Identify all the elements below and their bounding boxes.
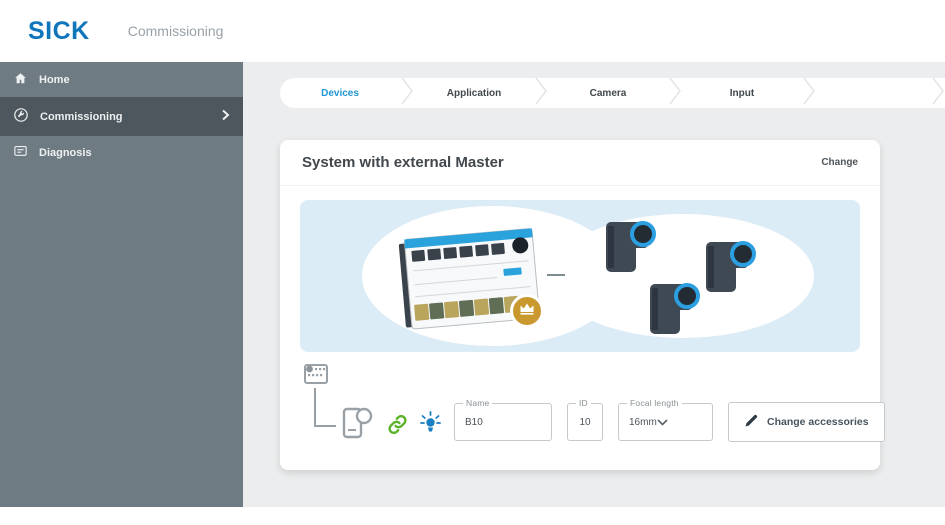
chevron-down-icon [657,413,668,431]
step-chevron-icon [668,76,682,111]
change-accessories-button[interactable]: Change accessories [728,402,885,442]
system-illustration [300,200,860,352]
app-header: SICK Commissioning [0,0,945,62]
lamp-icon [418,410,443,440]
device-tree: Name ID Focal length 16mm [302,360,885,460]
sick-logo: SICK [28,16,90,45]
id-field-label: ID [576,398,591,408]
step-chevron-icon [400,76,414,111]
card-header: System with external Master Change [280,140,880,186]
sidebar-item-label: Commissioning [40,110,123,123]
focal-length-value: 16mm [629,416,657,428]
system-card: System with external Master Change Name … [280,140,885,470]
id-input[interactable] [568,404,602,440]
sidebar: Home Commissioning Diagnosis [0,62,243,507]
tree-connector-line [314,388,336,427]
home-icon [13,71,28,89]
step-chevron-icon [534,76,548,111]
sidebar-item-home[interactable]: Home [0,63,243,97]
step-application[interactable]: Application [414,88,534,99]
stepper: Devices Application Camera Input [280,76,945,111]
page: SICK Commissioning Home Commissioning Di… [0,0,945,507]
step-camera[interactable]: Camera [548,88,668,99]
app-title: Commissioning [127,23,224,39]
name-field[interactable]: Name [454,398,552,441]
focal-length-label: Focal length [627,398,682,408]
master-badge [510,294,544,328]
camera-settings-form: Name ID Focal length 16mm [454,398,885,442]
name-input[interactable] [455,404,551,440]
card-title: System with external Master [302,154,504,171]
step-chevron-icon [802,76,816,111]
sidebar-item-commissioning[interactable]: Commissioning [0,97,243,136]
sidebar-item-diagnosis[interactable]: Diagnosis [0,136,243,170]
step-chevron-icon [931,76,945,111]
link-icon [386,413,409,441]
change-accessories-label: Change accessories [767,416,869,428]
crown-icon [519,302,535,320]
diagnosis-icon [13,144,28,162]
chevron-right-icon [221,109,230,124]
connection-dash [547,274,565,276]
commissioning-icon [13,107,29,126]
sidebar-item-label: Diagnosis [39,147,92,159]
name-field-label: Name [463,398,493,408]
step-devices[interactable]: Devices [280,88,400,99]
id-field[interactable]: ID [567,398,603,441]
camera-device-icon[interactable] [340,404,374,445]
camera-devices-image [588,216,798,343]
focal-length-select[interactable]: Focal length 16mm [618,398,713,441]
sidebar-item-label: Home [39,74,70,86]
pencil-icon [744,414,758,431]
step-input[interactable]: Input [682,88,802,99]
main-content: Devices Application Camera Input System … [243,62,945,507]
change-button[interactable]: Change [821,157,858,168]
